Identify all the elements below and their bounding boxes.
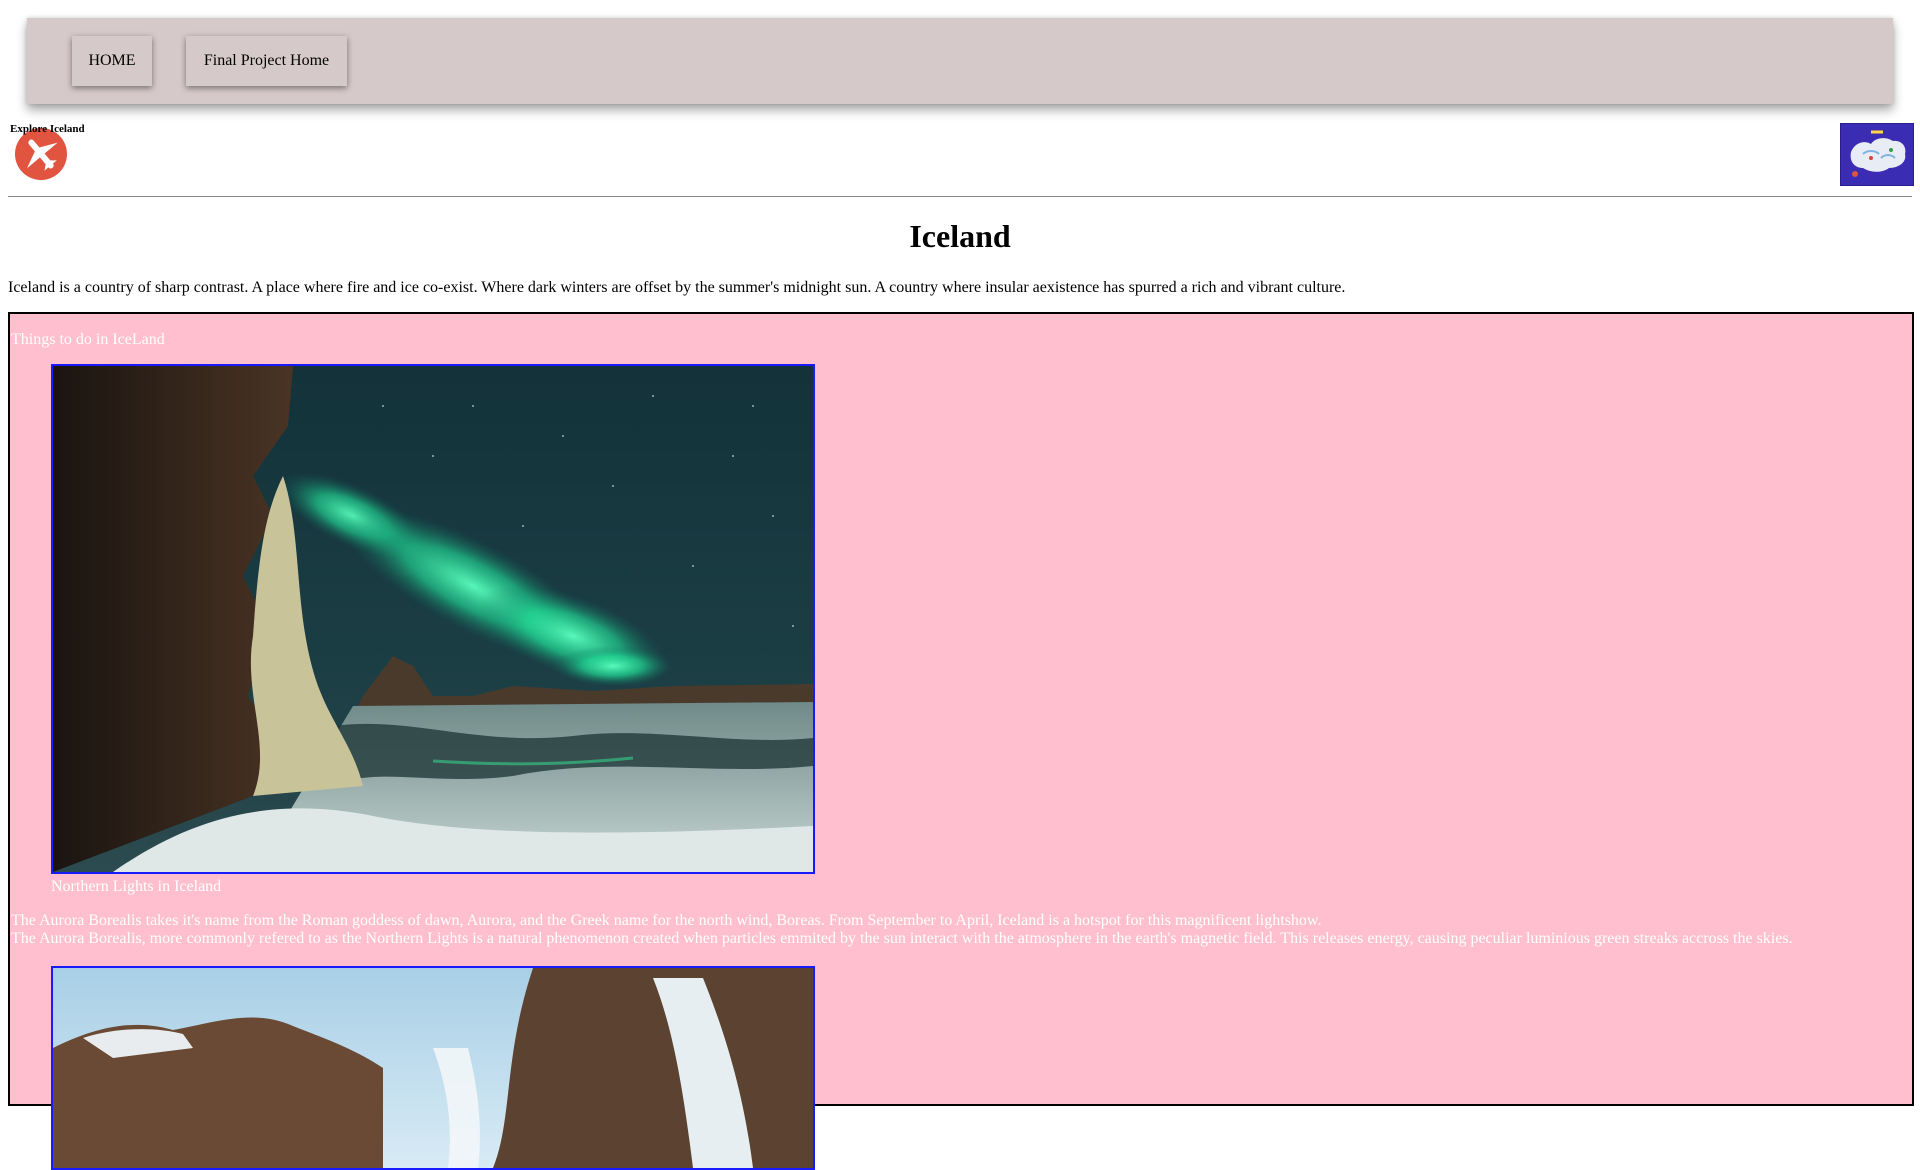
final-project-home-button[interactable]: Final Project Home: [186, 36, 347, 86]
logo-caption: Explore Iceland: [10, 123, 85, 135]
waterfall-photo: [51, 966, 815, 1170]
page-title: Iceland: [909, 218, 1011, 254]
explore-iceland-logo[interactable]: Explore Iceland: [8, 123, 92, 181]
header-divider: [8, 196, 1912, 197]
northern-lights-photo: [51, 364, 815, 874]
northern-lights-caption: Northern Lights in Iceland: [51, 878, 222, 895]
section-heading: Things to do in IceLand: [11, 331, 165, 348]
iceland-map-thumbnail: [1840, 123, 1914, 186]
things-to-do-section: Things to do in IceLand Northern Lights …: [8, 312, 1914, 1170]
home-button[interactable]: HOME: [72, 36, 152, 86]
top-navbar: HOME Final Project Home: [27, 18, 1893, 104]
aurora-description-2: The Aurora Borealis, more commonly refer…: [11, 930, 1793, 947]
iceland-map-icon: [1841, 124, 1913, 185]
intro-paragraph: Iceland is a country of sharp contrast. …: [8, 279, 1346, 296]
aurora-description-1: The Aurora Borealis takes it's name from…: [11, 912, 1322, 929]
